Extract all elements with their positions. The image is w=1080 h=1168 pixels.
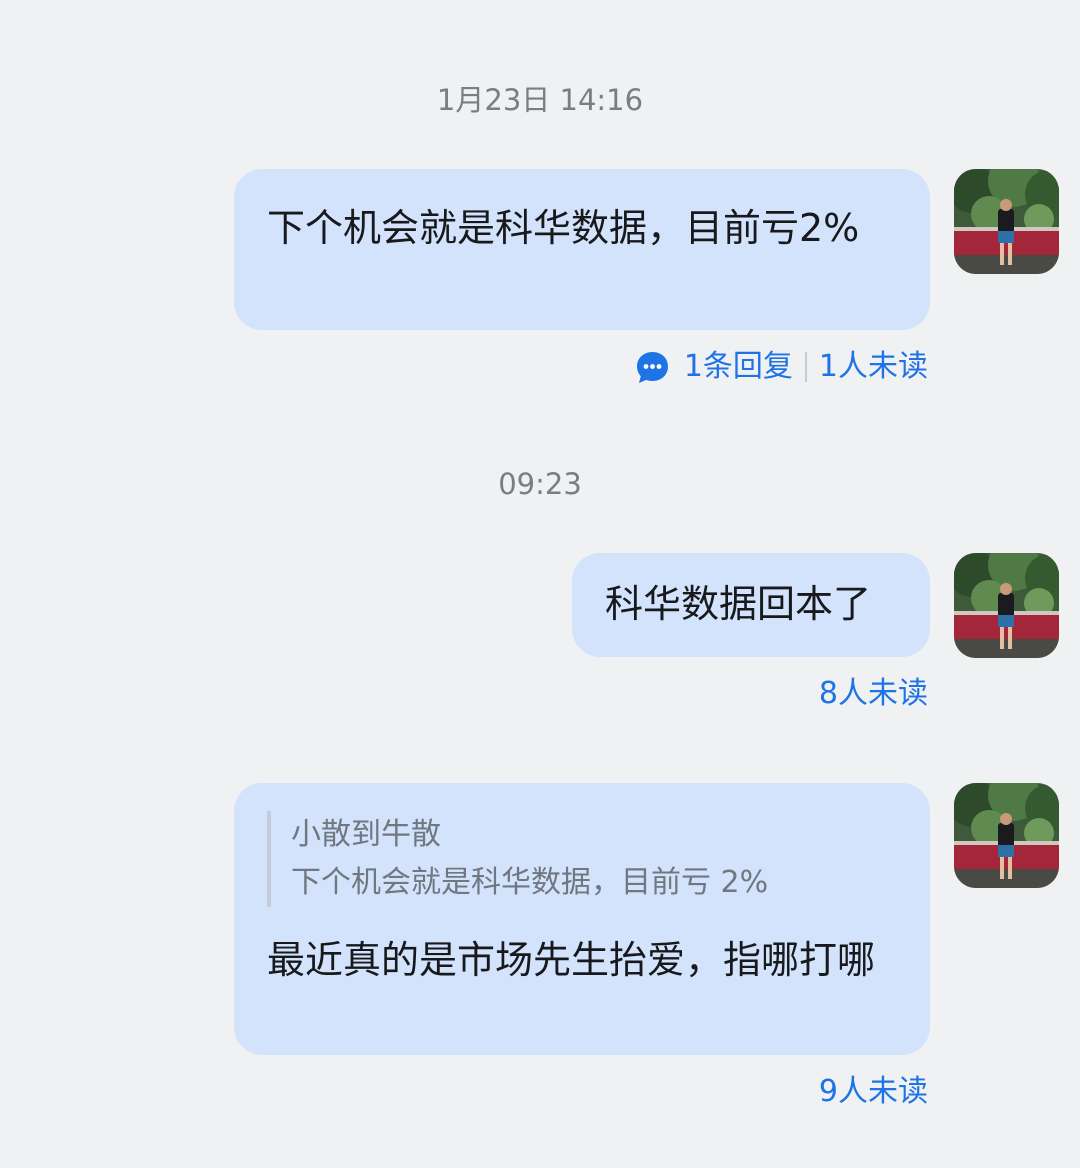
quoted-author: 小散到牛散 bbox=[291, 817, 441, 852]
avatar-image bbox=[954, 783, 1059, 888]
message-bubble[interactable]: 小散到牛散 下个机会就是科华数据，目前亏 2% 最近真的是市场先生抬爱，指哪打哪 bbox=[234, 783, 930, 1055]
avatar-image bbox=[954, 169, 1059, 274]
message-text: 科华数据回本了 bbox=[605, 582, 872, 626]
avatar-image bbox=[954, 553, 1059, 658]
message-text: 最近真的是市场先生抬爱，指哪打哪 bbox=[267, 938, 876, 982]
avatar[interactable] bbox=[954, 783, 1059, 888]
message-meta: 1条回复 1人未读 bbox=[635, 349, 928, 385]
unread-count-link[interactable]: 9人未读 bbox=[819, 1074, 928, 1110]
unread-count-link[interactable]: 1人未读 bbox=[819, 349, 928, 385]
avatar[interactable] bbox=[954, 169, 1059, 274]
message-meta: 8人未读 bbox=[819, 676, 928, 712]
unread-count-link[interactable]: 8人未读 bbox=[819, 676, 928, 712]
avatar[interactable] bbox=[954, 553, 1059, 658]
reply-count-link[interactable]: 1条回复 bbox=[684, 349, 793, 385]
chat-bubble-icon[interactable] bbox=[635, 350, 670, 385]
message-meta: 9人未读 bbox=[819, 1074, 928, 1110]
timestamp-divider: 09:23 bbox=[498, 467, 582, 501]
message-bubble[interactable]: 下个机会就是科华数据，目前亏2% bbox=[234, 169, 930, 330]
meta-divider bbox=[804, 352, 807, 382]
quoted-text: 下个机会就是科华数据，目前亏 2% bbox=[291, 865, 769, 900]
timestamp-divider: 1月23日 14:16 bbox=[436, 83, 644, 117]
quoted-message[interactable]: 小散到牛散 下个机会就是科华数据，目前亏 2% bbox=[267, 811, 896, 907]
message-bubble[interactable]: 科华数据回本了 bbox=[572, 553, 930, 657]
message-text: 下个机会就是科华数据，目前亏2% bbox=[267, 206, 860, 250]
